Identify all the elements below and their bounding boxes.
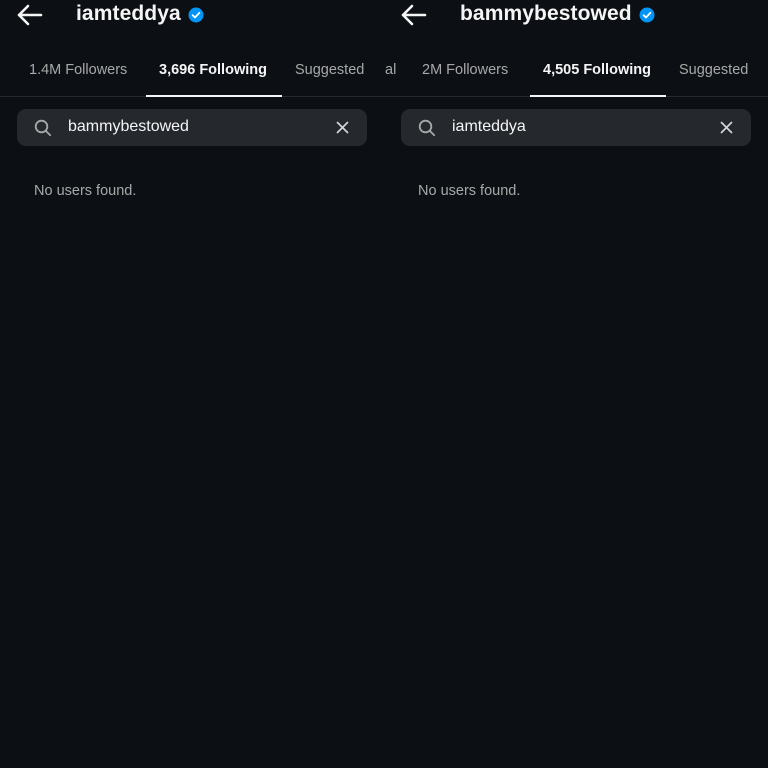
tab-following[interactable]: 3,696 Following — [159, 62, 267, 78]
header: iamteddya — [0, 0, 384, 34]
left-panel: iamteddya l 1.4M Followers 3,696 Followi… — [0, 0, 384, 768]
right-panel: bammybestowed al 2M Followers 4,505 Foll… — [384, 0, 768, 768]
tab-suggested[interactable]: Suggested — [295, 62, 364, 78]
empty-state-message: No users found. — [418, 183, 521, 199]
header: bammybestowed — [384, 0, 768, 34]
profile-username: bammybestowed — [460, 2, 655, 26]
tab-following[interactable]: 4,505 Following — [543, 62, 651, 78]
back-button[interactable] — [400, 3, 428, 27]
tab-partial[interactable]: al — [385, 62, 396, 78]
username-text: bammybestowed — [460, 2, 632, 25]
arrow-left-icon — [17, 4, 43, 26]
arrow-left-icon — [401, 4, 427, 26]
search-icon — [418, 119, 436, 137]
username-text: iamteddya — [76, 2, 181, 25]
back-button[interactable] — [16, 3, 44, 27]
tab-bar: al 2M Followers 4,505 Following Suggeste… — [384, 58, 768, 97]
tab-followers[interactable]: 1.4M Followers — [29, 62, 127, 78]
active-tab-indicator — [146, 95, 282, 97]
close-icon[interactable] — [336, 121, 349, 134]
verified-badge-icon — [188, 7, 204, 23]
profile-username: iamteddya — [76, 2, 204, 26]
tab-followers[interactable]: 2M Followers — [422, 62, 508, 78]
tab-bar: l 1.4M Followers 3,696 Following Suggest… — [0, 58, 384, 97]
tab-suggested[interactable]: Suggested — [679, 62, 748, 78]
verified-badge-icon — [639, 7, 655, 23]
search-bar[interactable]: iamteddya — [401, 109, 751, 146]
split-screenshot: iamteddya l 1.4M Followers 3,696 Followi… — [0, 0, 768, 768]
active-tab-indicator — [530, 95, 666, 97]
close-icon[interactable] — [720, 121, 733, 134]
search-input[interactable]: iamteddya — [452, 118, 526, 136]
empty-state-message: No users found. — [34, 183, 137, 199]
search-bar[interactable]: bammybestowed — [17, 109, 367, 146]
search-icon — [34, 119, 52, 137]
search-input[interactable]: bammybestowed — [68, 118, 189, 136]
